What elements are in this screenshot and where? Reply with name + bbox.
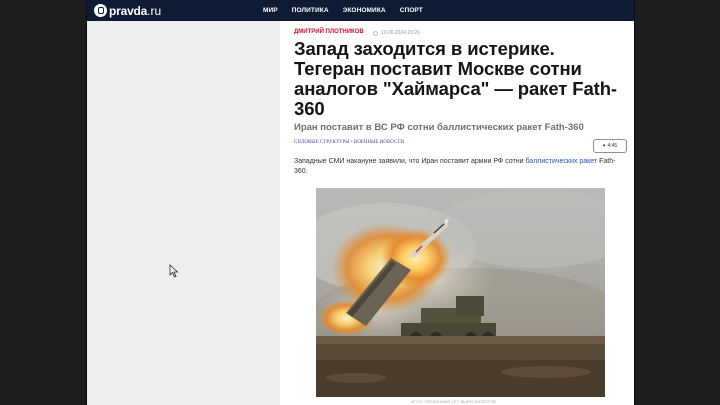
article-title: Запад заходится в истерике. Тегеран пост… [294,38,617,119]
photo-caption: ФОТО: ПУБЛИЧНЫЙ СЕТ ВЫПУСКИЗГОТОВ [411,399,496,404]
article-photo [316,188,605,397]
nav-item-sport[interactable]: СПОРТ [400,7,423,14]
article-subtitle: Иран поставит в ВС РФ сотни баллистическ… [294,122,584,133]
nav-item-politics[interactable]: ПОЛИТИКА [292,7,329,14]
logo-tld: .ru [147,3,162,18]
article: ДМИТРИЙ ПЛОТНИКОВ 10.06.2024 20:26 Запад… [280,21,634,405]
mouse-cursor-icon [169,264,179,278]
nav-item-economy[interactable]: ЭКОНОМИКА [343,7,386,14]
logo-name: pravda [109,3,148,18]
pravda-logo-icon [94,4,107,17]
publish-date: 10.06.2024 20:26 [381,30,420,36]
listen-duration: 4:45 [607,143,618,149]
speaker-icon: 🔈︎ [602,142,607,149]
main-nav: МИР ПОЛИТИКА ЭКОНОМИКА СПОРТ [263,0,437,21]
site-header: pravda .ru МИР ПОЛИТИКА ЭКОНОМИКА СПОРТ [87,0,634,21]
author-link[interactable]: ДМИТРИЙ ПЛОТНИКОВ [294,29,364,35]
lead-text-start: Западные СМИ накануне заявили, что Иран … [294,158,526,165]
listen-button[interactable]: 🔈︎ 4:45 [593,139,627,153]
article-lead: Западные СМИ накануне заявили, что Иран … [294,157,624,177]
browser-viewport: pravda .ru МИР ПОЛИТИКА ЭКОНОМИКА СПОРТ … [86,0,635,405]
nav-item-world[interactable]: МИР [263,7,278,14]
article-tags[interactable]: СИЛОВЫЕ СТРУКТУРЫ • ВОЕННЫЕ НОВОСТИ [294,140,404,145]
clock-icon [373,31,378,36]
lead-link-ballistic-missiles[interactable]: баллистических ракет [525,158,597,165]
left-sidebar-blank [87,21,280,405]
site-logo[interactable]: pravda .ru [94,3,161,18]
